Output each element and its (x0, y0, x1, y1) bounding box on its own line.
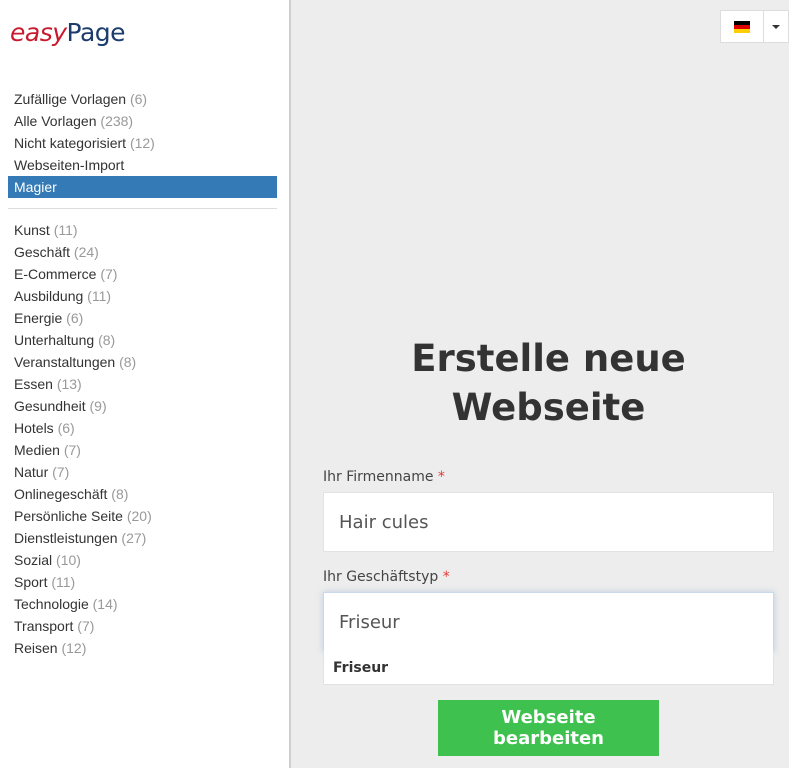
nav-label: Magier (14, 179, 57, 195)
nav-item-category[interactable]: Gesundheit (9) (8, 395, 277, 417)
nav-count: (9) (89, 398, 107, 414)
language-button[interactable] (721, 11, 764, 42)
title-line-2: Webseite (451, 386, 646, 429)
nav-count: (7) (100, 266, 118, 282)
nav-count: (7) (63, 442, 81, 458)
nav-item-category[interactable]: Dienstleistungen (27) (8, 527, 277, 549)
logo-easy: easy (10, 18, 67, 47)
nav-count: (27) (121, 530, 147, 546)
autocomplete-list: Friseur (323, 651, 774, 685)
nav-count: (12) (129, 135, 155, 151)
autocomplete-option[interactable]: Friseur (324, 651, 773, 685)
nav-label: Onlinegeschäft (14, 486, 108, 502)
business-type-label: Ihr Geschäftstyp * (323, 569, 450, 585)
nav-item-category[interactable]: Geschäft (24) (8, 241, 277, 263)
nav-label: Reisen (14, 640, 58, 656)
nav-count: (6) (57, 420, 75, 436)
nav-label: Geschäft (14, 244, 71, 260)
required-asterisk: * (442, 569, 450, 585)
nav-item-category[interactable]: Persönliche Seite (20) (8, 505, 277, 527)
nav-divider (8, 208, 277, 209)
nav-item-category[interactable]: Unterhaltung (8) (8, 329, 277, 351)
nav-count: (24) (73, 244, 99, 260)
nav-label: Medien (14, 442, 60, 458)
required-asterisk: * (437, 469, 445, 485)
easypage-logo[interactable]: easyPage (10, 18, 126, 48)
nav-label: Ausbildung (14, 288, 84, 304)
edit-website-button[interactable]: Webseite bearbeiten (438, 700, 659, 756)
logo-page: Page (66, 18, 126, 47)
nav-count: (11) (51, 574, 76, 590)
nav-count: (238) (100, 113, 134, 129)
nav-item-category[interactable]: Technologie (14) (8, 593, 277, 615)
nav-label: Sport (14, 574, 48, 590)
nav-count: (10) (56, 552, 81, 568)
nav-count: (12) (61, 640, 87, 656)
caret-down-icon (772, 24, 780, 29)
page-title: Erstelle neue Webseite (323, 334, 774, 432)
nav-label: Transport (14, 618, 74, 634)
nav-count: (6) (129, 91, 148, 107)
nav-count: (8) (111, 486, 129, 502)
nav-item-category[interactable]: Energie (6) (8, 307, 277, 329)
nav-item-all-templates[interactable]: Alle Vorlagen (238) (8, 110, 277, 132)
nav-label: Nicht kategorisiert (14, 135, 127, 151)
nav-label: Essen (14, 376, 53, 392)
nav-count: (6) (66, 310, 84, 326)
nav-item-category[interactable]: Natur (7) (8, 461, 277, 483)
language-switcher (720, 10, 789, 43)
nav-item-category[interactable]: Reisen (12) (8, 637, 277, 659)
nav-label: Alle Vorlagen (14, 113, 97, 129)
nav-item-website-import[interactable]: Webseiten-Import (8, 154, 277, 176)
label-text: Ihr Firmenname (323, 469, 434, 485)
nav-item-category[interactable]: Transport (7) (8, 615, 277, 637)
nav-item-category[interactable]: Sozial (10) (8, 549, 277, 571)
nav-label: Persönliche Seite (14, 508, 123, 524)
nav-item-category[interactable]: Ausbildung (11) (8, 285, 277, 307)
business-type-input[interactable] (323, 592, 774, 652)
nav-label: Technologie (14, 596, 89, 612)
nav-item-category[interactable]: Medien (7) (8, 439, 277, 461)
nav-label: Zufällige Vorlagen (14, 91, 127, 107)
template-nav: Zufällige Vorlagen (6) Alle Vorlagen (23… (8, 88, 277, 659)
nav-label: Hotels (14, 420, 54, 436)
nav-count: (11) (87, 288, 112, 304)
company-name-label: Ihr Firmenname * (323, 469, 445, 485)
nav-label: Natur (14, 464, 49, 480)
nav-item-category[interactable]: Veranstaltungen (8) (8, 351, 277, 373)
nav-item-category[interactable]: Hotels (6) (8, 417, 277, 439)
nav-item-category[interactable]: Onlinegeschäft (8) (8, 483, 277, 505)
nav-item-category[interactable]: Sport (11) (8, 571, 277, 593)
nav-label: E-Commerce (14, 266, 97, 282)
language-dropdown-toggle[interactable] (764, 11, 788, 42)
nav-count: (20) (126, 508, 152, 524)
nav-count: (8) (98, 332, 116, 348)
nav-item-category[interactable]: E-Commerce (7) (8, 263, 277, 285)
nav-label: Kunst (14, 222, 50, 238)
nav-label: Energie (14, 310, 63, 326)
nav-item-random-templates[interactable]: Zufällige Vorlagen (6) (8, 88, 277, 110)
nav-item-category[interactable]: Essen (13) (8, 373, 277, 395)
nav-label: Sozial (14, 552, 53, 568)
nav-count: (7) (52, 464, 70, 480)
nav-count: (7) (77, 618, 95, 634)
nav-label: Gesundheit (14, 398, 86, 414)
nav-item-uncategorized[interactable]: Nicht kategorisiert (12) (8, 132, 277, 154)
flag-stripe-gold (734, 28, 750, 33)
nav-label: Webseiten-Import (14, 157, 125, 173)
nav-item-category[interactable]: Kunst (11) (8, 219, 277, 241)
german-flag-icon (734, 20, 750, 33)
sidebar: easyPage Zufällige Vorlagen (6) Alle Vor… (0, 0, 291, 768)
nav-label: Veranstaltungen (14, 354, 116, 370)
nav-count: (14) (92, 596, 118, 612)
nav-label: Unterhaltung (14, 332, 95, 348)
nav-count: (8) (119, 354, 137, 370)
label-text: Ihr Geschäftstyp (323, 569, 439, 585)
nav-item-wizard[interactable]: Magier (8, 176, 277, 198)
title-line-1: Erstelle neue (411, 337, 686, 380)
nav-label: Dienstleistungen (14, 530, 118, 546)
nav-count: (11) (53, 222, 78, 238)
company-name-input[interactable] (323, 492, 774, 552)
nav-count: (13) (56, 376, 82, 392)
